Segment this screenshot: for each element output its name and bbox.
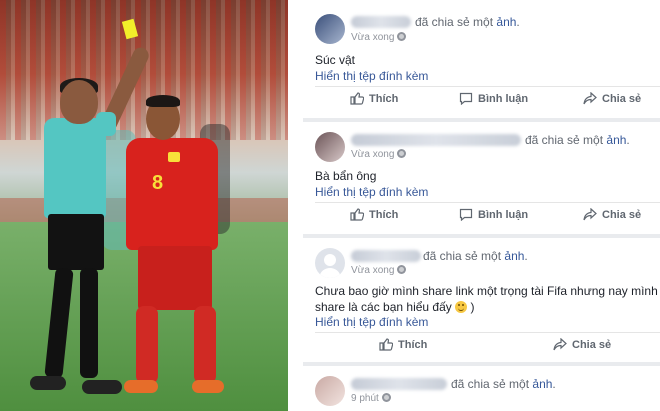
post-action-verb: đã chia sẻ một — [415, 15, 494, 29]
post-action-link[interactable]: ảnh — [504, 249, 524, 263]
post-separator — [315, 332, 660, 333]
post-action: đã chia sẻ một ảnh. — [423, 249, 528, 263]
blurred-author-name[interactable] — [351, 134, 521, 146]
post-timestamp[interactable]: Vừa xong — [351, 32, 407, 43]
avatar[interactable] — [315, 376, 345, 406]
share-icon — [583, 208, 597, 221]
blurred-author-name[interactable] — [351, 16, 411, 28]
player-leg-left — [136, 306, 158, 384]
globe-icon — [397, 149, 407, 158]
like-button[interactable]: Thích — [350, 208, 398, 221]
globe-icon — [397, 265, 407, 274]
player-hair — [146, 95, 180, 107]
show-attachment-link[interactable]: Hiển thị tệp đính kèm — [315, 69, 428, 83]
post-action-verb: đã chia sẻ một — [451, 377, 530, 391]
share-label: Chia sẻ — [602, 92, 642, 105]
thumbs-up-icon — [379, 338, 393, 351]
share-button[interactable]: Chia sẻ — [553, 338, 611, 351]
post-action: đã chia sẻ một ảnh. — [415, 15, 520, 29]
blurred-author-name[interactable] — [351, 378, 447, 390]
share-button[interactable]: Chia sẻ — [583, 92, 641, 105]
post-timestamp[interactable]: Vừa xong — [351, 149, 407, 160]
referee-shorts — [48, 214, 104, 270]
globe-icon — [381, 393, 391, 402]
post-timestamp[interactable]: 9 phút — [351, 393, 391, 404]
show-attachment-link[interactable]: Hiển thị tệp đính kèm — [315, 315, 428, 329]
post-time[interactable]: Vừa xong — [351, 265, 394, 276]
post-action-link[interactable]: ảnh — [606, 133, 626, 147]
avatar[interactable] — [315, 132, 345, 162]
post-time[interactable]: Vừa xong — [351, 149, 394, 160]
share-button[interactable]: Chia sẻ — [583, 208, 641, 221]
post-action-link[interactable]: ảnh — [532, 377, 552, 391]
share-icon — [583, 92, 597, 105]
thumbs-up-icon — [350, 92, 364, 105]
feed-post: đã chia sẻ một ảnh. Vừa xong Bà bẩn ông … — [303, 122, 660, 234]
screenshot-root: 8 đã chia sẻ một ảnh. Vừa xong Súc vật H… — [0, 0, 660, 411]
like-label: Thích — [398, 338, 428, 351]
photo-crowd — [0, 0, 288, 140]
referee-sleeve — [96, 112, 116, 136]
post-timestamp[interactable]: Vừa xong — [351, 265, 407, 276]
avatar[interactable] — [315, 14, 345, 44]
post-text: Bà bẩn ông — [315, 169, 377, 183]
post-separator — [315, 202, 660, 203]
player-jersey-number: 8 — [152, 172, 164, 194]
post-time[interactable]: Vừa xong — [351, 32, 394, 43]
player-shorts — [138, 246, 212, 310]
thumbs-up-icon — [350, 208, 364, 221]
comment-button[interactable]: Bình luận — [459, 92, 528, 105]
comment-button[interactable]: Bình luận — [459, 208, 528, 221]
globe-icon — [397, 32, 407, 41]
post-text-content: Chưa bao giờ mình share link một trọng t… — [315, 284, 658, 314]
feed-post: đã chia sẻ một ảnh. Vừa xong Súc vật Hiể… — [303, 0, 660, 118]
post-text: Chưa bao giờ mình share link một trọng t… — [315, 284, 658, 314]
player-badge — [168, 152, 180, 162]
player-shoe-right — [192, 380, 224, 393]
like-label: Thích — [369, 92, 399, 105]
share-icon — [553, 338, 567, 351]
post-separator — [315, 86, 660, 87]
referee-shoe-left — [30, 376, 66, 390]
referee-leg-right — [80, 268, 98, 378]
comment-icon — [459, 208, 473, 221]
player-leg-right — [194, 306, 216, 384]
avatar[interactable] — [315, 248, 345, 278]
referee-head — [60, 80, 98, 124]
post-time[interactable]: 9 phút — [351, 393, 379, 404]
comment-label: Bình luận — [478, 92, 529, 105]
post-action-period: . — [552, 377, 556, 391]
post-action-period: . — [516, 15, 520, 29]
like-button[interactable]: Thích — [379, 338, 427, 351]
like-button[interactable]: Thích — [350, 92, 398, 105]
referee-shoe-right — [82, 380, 122, 394]
post-action: đã chia sẻ một ảnh. — [451, 377, 556, 391]
share-label: Chia sẻ — [602, 208, 642, 221]
post-action-link[interactable]: ảnh — [496, 15, 516, 29]
post-action-period: . — [524, 249, 528, 263]
like-label: Thích — [369, 208, 399, 221]
post-text: Súc vật — [315, 53, 356, 67]
post-action-verb: đã chia sẻ một — [525, 133, 604, 147]
feed-post: đã chia sẻ một ảnh. 9 phút — [303, 366, 660, 411]
comment-label: Bình luận — [478, 208, 529, 221]
share-label: Chia sẻ — [572, 338, 612, 351]
post-action-period: . — [626, 133, 630, 147]
post-action-verb: đã chia sẻ một — [423, 249, 502, 263]
comment-icon — [459, 92, 473, 105]
player-shoe-left — [124, 380, 158, 393]
blurred-author-name[interactable] — [351, 250, 421, 262]
feed-post: đã chia sẻ một ảnh. Vừa xong Chưa bao gi… — [303, 238, 660, 362]
smiley-emoji-icon — [455, 301, 468, 313]
show-attachment-link[interactable]: Hiển thị tệp đính kèm — [315, 185, 428, 199]
shared-photo[interactable]: 8 — [0, 0, 288, 411]
post-action: đã chia sẻ một ảnh. — [525, 133, 630, 147]
default-avatar-icon — [319, 254, 341, 278]
